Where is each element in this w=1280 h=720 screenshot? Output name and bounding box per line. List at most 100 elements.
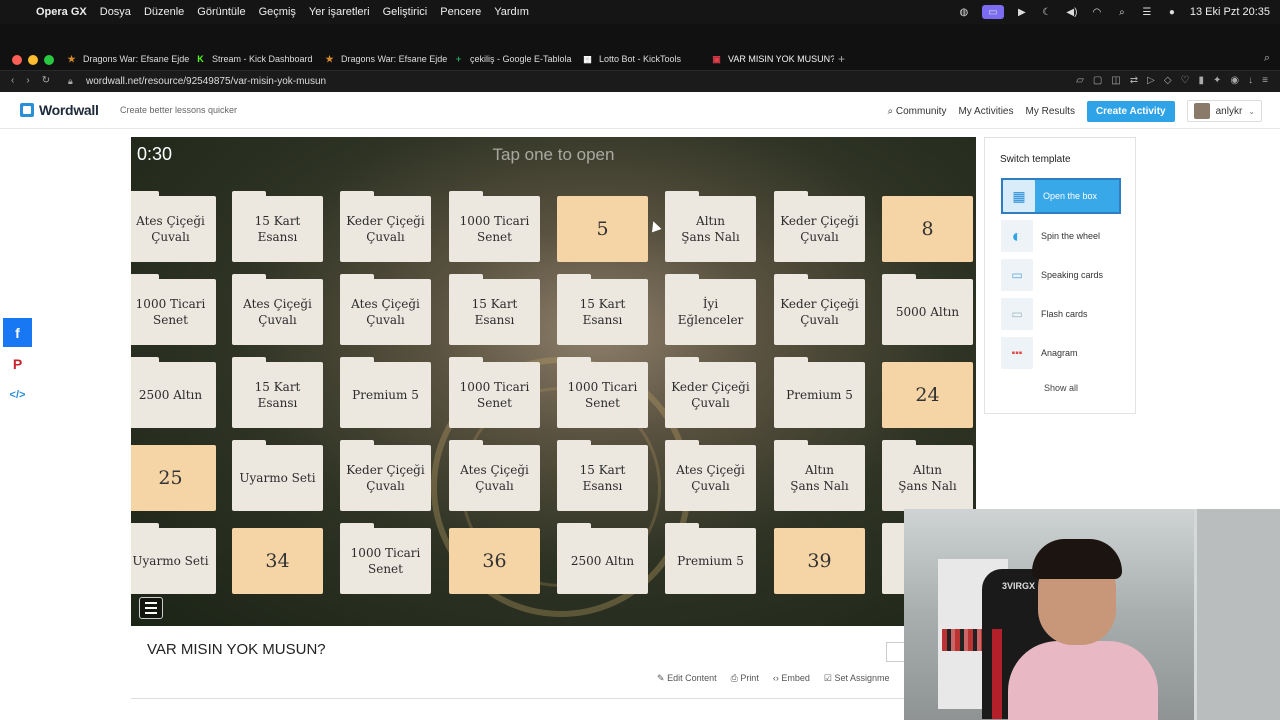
closed-box[interactable]: Uyarmo Seti <box>232 440 323 511</box>
url-field[interactable]: wordwall.net/resource/92549875/var-misin… <box>86 76 326 87</box>
opened-box[interactable]: 25 <box>131 445 216 511</box>
closed-box[interactable]: Altın Şans Nalı <box>882 440 973 511</box>
template-flash-cards[interactable]: ▭ Flash cards <box>1001 296 1121 332</box>
menu-dosya[interactable]: Dosya <box>100 6 131 18</box>
wordwall-logo[interactable]: Wordwall <box>20 102 99 118</box>
embed-link[interactable]: ‹› Embed <box>773 673 810 684</box>
menu-duzenle[interactable]: Düzenle <box>144 6 184 18</box>
facebook-icon[interactable]: f <box>3 318 32 347</box>
closed-box[interactable]: Ates Çiçeği Çuvalı <box>340 274 431 345</box>
closed-box[interactable]: Altın Şans Nalı <box>665 191 756 262</box>
maximize-window-icon[interactable] <box>44 55 54 65</box>
my-activities-link[interactable]: My Activities <box>958 106 1013 117</box>
closed-box[interactable]: 5000 Altın <box>882 274 973 345</box>
download-icon[interactable]: ↓ <box>1248 75 1253 86</box>
close-window-icon[interactable] <box>12 55 22 65</box>
opened-box[interactable]: 39 <box>774 528 865 594</box>
closed-box[interactable]: 15 Kart Esansı <box>557 274 648 345</box>
closed-box[interactable]: Ates Çiçeği Çuvalı <box>232 274 323 345</box>
closed-box[interactable]: 2500 Altın <box>131 357 216 428</box>
edit-content-link[interactable]: ✎ Edit Content <box>657 673 717 684</box>
activity-option-box[interactable] <box>886 642 906 662</box>
menu-yardim[interactable]: Yardım <box>494 6 529 18</box>
extensions-icon[interactable]: ✦ <box>1213 75 1221 86</box>
bookmark-icon[interactable]: ▱ <box>1076 75 1084 86</box>
community-link[interactable]: ⌕ Community <box>888 106 947 117</box>
my-results-link[interactable]: My Results <box>1025 106 1074 117</box>
wallet-icon[interactable]: ▮ <box>1199 75 1205 86</box>
closed-box[interactable]: Keder Çiçeği Çuvalı <box>665 357 756 428</box>
game-menu-button[interactable] <box>139 597 163 619</box>
minimize-window-icon[interactable] <box>28 55 38 65</box>
capture-icon[interactable]: ◫ <box>1111 75 1120 86</box>
closed-box[interactable]: Premium 5 <box>774 357 865 428</box>
player-icon[interactable]: ▷ <box>1147 75 1155 86</box>
lock-icon[interactable]: 🔒︎ <box>68 76 73 87</box>
menu-goruntule[interactable]: Görüntüle <box>197 6 245 18</box>
translate-icon[interactable]: ⇄ <box>1130 75 1138 86</box>
closed-box[interactable]: 15 Kart Esansı <box>449 274 540 345</box>
reload-icon[interactable]: ↻ <box>42 75 50 86</box>
back-icon[interactable]: ‹ <box>11 75 14 86</box>
closed-box[interactable]: 15 Kart Esansı <box>232 191 323 262</box>
volume-icon[interactable]: ◀) <box>1065 6 1079 18</box>
closed-box[interactable]: Premium 5 <box>340 357 431 428</box>
closed-box[interactable]: 15 Kart Esansı <box>232 357 323 428</box>
browser-tab[interactable]: ★ Dragons War: Efsane Ejde <box>318 50 447 68</box>
browser-tab[interactable]: + çekiliş - Google E-Tablola <box>447 50 576 68</box>
opened-box[interactable]: 24 <box>882 362 973 428</box>
opened-box[interactable]: 36 <box>449 528 540 594</box>
closed-box[interactable]: Ates Çiçeği Çuvalı <box>665 440 756 511</box>
closed-box[interactable]: Premium 5 <box>665 523 756 594</box>
menubar-clock[interactable]: 13 Eki Pzt 20:35 <box>1190 6 1270 18</box>
tab-search-icon[interactable]: ⌕ <box>1264 52 1270 65</box>
closed-box[interactable]: Altın Şans Nalı <box>774 440 865 511</box>
apple-icon[interactable] <box>10 5 22 19</box>
closed-box[interactable]: Keder Çiçeği Çuvalı <box>774 191 865 262</box>
closed-box[interactable]: Keder Çiçeği Çuvalı <box>340 440 431 511</box>
forward-icon[interactable]: › <box>26 75 29 86</box>
opened-box[interactable]: 34 <box>232 528 323 594</box>
template-anagram[interactable]: ▪▪▪ Anagram <box>1001 335 1121 371</box>
moon-icon[interactable]: ☾ <box>1040 6 1054 18</box>
wifi-icon[interactable]: ◠ <box>1090 6 1104 18</box>
play-icon[interactable]: ▶ <box>1015 6 1029 18</box>
snapshot-icon[interactable]: ▢ <box>1093 75 1102 86</box>
closed-box[interactable]: 1000 Ticari Senet <box>449 191 540 262</box>
closed-box[interactable]: Ates Çiçeği Çuvalı <box>131 191 216 262</box>
menu-gelistirici[interactable]: Geliştirici <box>383 6 428 18</box>
menu-gecmis[interactable]: Geçmiş <box>259 6 296 18</box>
closed-box[interactable]: Keder Çiçeği Çuvalı <box>774 274 865 345</box>
browser-tab[interactable]: ★ Dragons War: Efsane Ejde <box>60 50 189 68</box>
opened-box[interactable]: 8 <box>882 196 973 262</box>
set-assignment-link[interactable]: ☑ Set Assignme <box>824 673 890 684</box>
closed-box[interactable]: 1000 Ticari Senet <box>131 274 216 345</box>
closed-box[interactable]: Uyarmo Seti <box>131 523 216 594</box>
siri-icon[interactable]: ● <box>1165 6 1179 18</box>
closed-box[interactable]: 15 Kart Esansı <box>557 440 648 511</box>
closed-box[interactable]: 1000 Ticari Senet <box>449 357 540 428</box>
extension-icon[interactable]: ◍ <box>957 6 971 18</box>
closed-box[interactable]: Keder Çiçeği Çuvalı <box>340 191 431 262</box>
print-link[interactable]: ⎙ Print <box>731 673 759 684</box>
search-icon[interactable]: ⌕ <box>1115 6 1129 18</box>
closed-box[interactable]: Ates Çiçeği Çuvalı <box>449 440 540 511</box>
heart-icon[interactable]: ♡ <box>1181 75 1190 86</box>
embed-code-icon[interactable]: </> <box>3 380 32 409</box>
create-activity-button[interactable]: Create Activity <box>1086 100 1175 122</box>
menu-app-name[interactable]: Opera GX <box>36 6 87 18</box>
closed-box[interactable]: 1000 Ticari Senet <box>340 523 431 594</box>
template-speaking-cards[interactable]: ▭ Speaking cards <box>1001 257 1121 293</box>
closed-box[interactable]: 1000 Ticari Senet <box>557 357 648 428</box>
pinterest-icon[interactable]: P <box>3 349 32 378</box>
template-spin-the-wheel[interactable]: ◐ Spin the wheel <box>1001 218 1121 254</box>
new-tab-icon[interactable]: + <box>838 52 845 66</box>
show-all-link[interactable]: Show all <box>985 383 1137 393</box>
browser-tab[interactable]: ▣ VAR MISIN YOK MUSUN? <box>705 50 834 68</box>
closed-box[interactable]: 2500 Altın <box>557 523 648 594</box>
screen-record-icon[interactable]: ▭ <box>981 5 1004 19</box>
user-menu[interactable]: anlykr ⌄ <box>1186 100 1262 122</box>
closed-box[interactable]: İyi Eğlenceler <box>665 274 756 345</box>
browser-tab[interactable]: K Stream - Kick Dashboard <box>189 50 318 68</box>
opened-box[interactable]: 5 <box>557 196 648 262</box>
